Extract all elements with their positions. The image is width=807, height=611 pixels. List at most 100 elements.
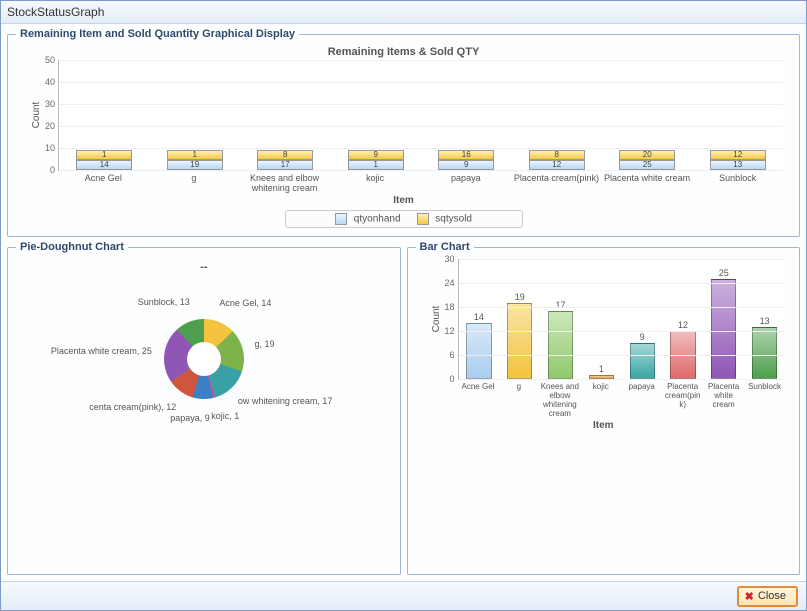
bar: 13 <box>752 327 777 379</box>
stacked-seg-qtyonhand: 12 <box>529 160 585 170</box>
stacked-ytick: 40 <box>35 77 55 87</box>
client-area: Remaining Item and Sold Quantity Graphic… <box>1 24 806 581</box>
bar: 9 <box>630 343 655 379</box>
groupbox-remaining-sold: Remaining Item and Sold Quantity Graphic… <box>7 28 800 237</box>
stacked-bar: 191 <box>167 150 223 170</box>
bar-slot: 12 <box>663 259 704 379</box>
stacked-chart-xcats: Acne GelgKnees and elbow whitening cream… <box>58 171 783 193</box>
stacked-chart-xlabel: Item <box>16 195 791 206</box>
stacked-seg-qtyonhand: 1 <box>348 160 404 170</box>
doughnut-slice-label: g, 19 <box>254 339 274 349</box>
window-frame: StockStatusGraph Remaining Item and Sold… <box>0 0 807 611</box>
stacked-bar-slot: 191 <box>150 60 241 170</box>
stacked-seg-sqtysold: 12 <box>710 150 766 160</box>
doughnut-slice-label: ow whitening cream, 17 <box>238 396 333 406</box>
bar-xcat: Placenta white cream <box>703 380 744 418</box>
bar-ytick: 0 <box>435 374 455 384</box>
bar-value-label: 13 <box>760 316 770 326</box>
doughnut-slice-label: papaya, 9 <box>170 413 210 423</box>
stacked-seg-sqtysold: 1 <box>167 150 223 160</box>
bar: 17 <box>548 311 573 379</box>
stacked-bar: 128 <box>529 150 585 170</box>
bar-slot: 1 <box>581 259 622 379</box>
bar-value-label: 14 <box>474 312 484 322</box>
doughnut-slice-label: Acne Gel, 14 <box>219 298 271 308</box>
stacked-bar: 141 <box>76 150 132 170</box>
groupbox-remaining-sold-legend: Remaining Item and Sold Quantity Graphic… <box>16 28 299 40</box>
legend-label-qtyonhand: qtyonhand <box>354 214 401 225</box>
groupbox-bar-chart-legend: Bar Chart <box>416 241 474 253</box>
stacked-bar: 19 <box>348 150 404 170</box>
bar-value-label: 25 <box>719 268 729 278</box>
stacked-chart-title: Remaining Items & Sold QTY <box>16 46 791 58</box>
doughnut-slice-label: Sunblock, 13 <box>138 297 190 307</box>
bar-xcat: Sunblock <box>744 380 785 418</box>
stacked-seg-qtyonhand: 14 <box>76 160 132 170</box>
bar-slot: 25 <box>703 259 744 379</box>
stacked-xcat: Placenta cream(pink) <box>511 171 602 193</box>
legend-item-sqtysold: sqtysold <box>417 213 472 225</box>
stacked-xcat: papaya <box>421 171 512 193</box>
doughnut-slice-label: centa cream(pink), 12 <box>89 402 176 412</box>
bar-chart-xlabel: Item <box>416 420 792 431</box>
doughnut-chart-title: -- <box>200 261 207 273</box>
bar-slot: 19 <box>499 259 540 379</box>
bar-ytick: 24 <box>435 278 455 288</box>
bar-value-label: 19 <box>515 292 525 302</box>
close-button[interactable]: ✖ Close <box>737 586 798 607</box>
stacked-seg-qtyonhand: 19 <box>167 160 223 170</box>
stacked-chart-legend: qtyonhand sqtysold <box>285 210 523 228</box>
bar: 19 <box>507 303 532 379</box>
stacked-seg-qtyonhand: 25 <box>619 160 675 170</box>
bar-value-label: 12 <box>678 320 688 330</box>
close-icon: ✖ <box>745 590 754 603</box>
stacked-seg-sqtysold: 1 <box>76 150 132 160</box>
groupbox-bar-chart: Bar Chart Count 14191719122513 061218243… <box>407 241 801 575</box>
bar-xcat: papaya <box>621 380 662 418</box>
window-title: StockStatusGraph <box>7 5 104 19</box>
stacked-bar-slot: 128 <box>512 60 603 170</box>
dialog-footer: ✖ Close <box>1 581 806 610</box>
stacked-bar-slot: 19 <box>331 60 422 170</box>
bar-value-label: 9 <box>640 332 645 342</box>
bar-slot: 17 <box>540 259 581 379</box>
stacked-seg-sqtysold: 16 <box>438 150 494 160</box>
stacked-ytick: 20 <box>35 121 55 131</box>
stacked-ytick: 10 <box>35 143 55 153</box>
stacked-bar-slot: 141 <box>59 60 150 170</box>
bar-xcat: Knees and elbow whitening cream <box>539 380 580 418</box>
stacked-xcat: Sunblock <box>692 171 783 193</box>
stacked-seg-sqtysold: 20 <box>619 150 675 160</box>
close-button-label: Close <box>758 590 786 602</box>
stacked-bar: 1312 <box>710 150 766 170</box>
stacked-bar-slot: 2520 <box>602 60 693 170</box>
stacked-seg-qtyonhand: 17 <box>257 160 313 170</box>
stacked-bar-slot: 1312 <box>693 60 784 170</box>
bar-chart-xcats: Acne GelgKnees and elbow whitening cream… <box>458 380 786 418</box>
bar-xcat: kojic <box>580 380 621 418</box>
stacked-ytick: 0 <box>35 165 55 175</box>
stacked-seg-sqtysold: 9 <box>348 150 404 160</box>
window-titlebar[interactable]: StockStatusGraph <box>1 1 806 24</box>
stacked-bar-slot: 178 <box>240 60 331 170</box>
bar-chart-plot: Count 14191719122513 0612182430 <box>458 259 786 380</box>
stacked-chart: Remaining Items & Sold QTY Count 1411911… <box>16 46 791 228</box>
stacked-seg-qtyonhand: 13 <box>710 160 766 170</box>
stacked-seg-sqtysold: 8 <box>529 150 585 160</box>
stacked-bar: 916 <box>438 150 494 170</box>
bar-value-label: 17 <box>556 300 566 310</box>
doughnut-chart: -- Acne Gel, 14 g, 19 ow whitening cream, … <box>16 259 392 509</box>
bar-value-label: 1 <box>599 364 604 374</box>
stacked-bar: 178 <box>257 150 313 170</box>
bar-ytick: 6 <box>435 350 455 360</box>
legend-item-qtyonhand: qtyonhand <box>335 213 401 225</box>
stacked-seg-qtyonhand: 9 <box>438 160 494 170</box>
swatch-qtyonhand <box>335 213 347 225</box>
doughnut-ring <box>164 319 244 399</box>
stacked-xcat: kojic <box>330 171 421 193</box>
bar: 25 <box>711 279 736 379</box>
bar-ytick: 12 <box>435 326 455 336</box>
bar-xcat: Acne Gel <box>458 380 499 418</box>
bar-xcat: Placenta cream(pink) <box>662 380 703 418</box>
bar-slot: 14 <box>459 259 500 379</box>
